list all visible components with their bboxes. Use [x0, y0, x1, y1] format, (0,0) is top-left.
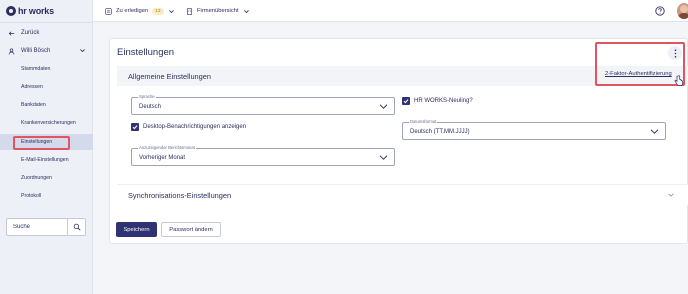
sidebar-item-protokoll[interactable]: Protokoll: [0, 188, 93, 204]
sidebar-item-label: Einstellungen: [21, 139, 53, 145]
search-button[interactable]: [67, 219, 85, 235]
save-button[interactable]: Speichern: [116, 222, 157, 237]
todo-label: Zu erledigen: [116, 8, 149, 14]
sidebar-item-label: Zuordnungen: [21, 175, 52, 181]
hand-cursor-icon: [674, 75, 683, 86]
checkbox-label: Desktop-Benachrichtigungen anzeigen: [143, 124, 247, 130]
newbie-checkbox[interactable]: HR WORKS-Neuling?: [402, 96, 473, 106]
help-icon[interactable]: [655, 6, 665, 16]
chevron-down-icon: [379, 155, 388, 160]
logo[interactable]: hr works: [6, 5, 54, 17]
check-icon: [403, 99, 409, 104]
more-options-button[interactable]: [668, 46, 682, 60]
building-icon: [187, 7, 192, 15]
back-link[interactable]: Zurück: [8, 28, 39, 38]
field-label: Datumsformat: [409, 119, 438, 124]
chevron-down-icon: [668, 193, 674, 197]
field-value: Deutsch: [139, 104, 162, 110]
checklist-icon: [105, 7, 112, 15]
date-format-select[interactable]: Datumsformat Deutsch (TT.MM.JJJJ): [402, 119, 666, 140]
logo-icon: [6, 6, 16, 16]
sidebar-item-einstellungen[interactable]: Einstellungen: [0, 134, 93, 150]
checkbox[interactable]: [402, 97, 410, 105]
sidebar-item-stammdaten[interactable]: Stammdaten: [0, 61, 93, 77]
chevron-down-icon: [80, 49, 85, 53]
field-value: Vorheriger Monat: [139, 155, 186, 161]
back-label: Zurück: [21, 30, 40, 36]
sidebar-item-label: Protokoll: [21, 193, 42, 199]
sidebar-search: [6, 218, 86, 236]
sidebar-item-email-einstellungen[interactable]: E-Mail-Einstellungen: [0, 152, 93, 168]
language-select[interactable]: Sprache Deutsch: [131, 94, 395, 115]
sidebar-item-adressen[interactable]: Adressen: [0, 79, 93, 95]
check-icon: [132, 125, 138, 130]
arrow-left-icon: [8, 30, 15, 36]
two-factor-auth-link[interactable]: 2-Faktor-Authentifizierung: [605, 71, 672, 77]
page-title: Einstellungen: [117, 47, 175, 58]
search-icon: [73, 223, 81, 231]
field-label: Sprache: [138, 94, 156, 99]
checkbox[interactable]: [131, 123, 139, 131]
divider: [117, 184, 688, 185]
section-title: Allgemeine Einstellungen: [128, 71, 211, 81]
more-vertical-icon: [674, 48, 676, 58]
sidebar: hr works Zurück Willi Bösch Stammdaten A…: [0, 0, 93, 294]
topbar: Zu erledigen 13 Firmenübersicht: [93, 0, 688, 22]
sidebar-item-label: Bankdaten: [21, 102, 46, 108]
company-overview-dropdown[interactable]: Firmenübersicht: [186, 6, 250, 16]
logo-text: hr works: [18, 6, 54, 16]
chevron-down-icon: [168, 9, 174, 13]
company-label: Firmenübersicht: [197, 8, 239, 14]
divider: [0, 22, 93, 23]
todo-count-badge: 13: [152, 7, 164, 15]
sidebar-item-label: Stammdaten: [21, 66, 51, 72]
checkbox-label: HR WORKS-Neuling?: [414, 98, 473, 104]
search-input[interactable]: [7, 219, 67, 235]
chevron-down-icon: [650, 129, 659, 134]
section-title: Synchronisations-Einstellungen: [128, 190, 232, 200]
desktop-notifications-checkbox[interactable]: Desktop-Benachrichtigungen anzeigen: [131, 122, 246, 132]
sidebar-item-label: E-Mail-Einstellungen: [21, 157, 69, 163]
chevron-down-icon: [379, 104, 388, 109]
field-value: Deutsch (TT.MM.JJJJ): [410, 129, 470, 135]
sidebar-user-toggle[interactable]: Willi Bösch: [8, 46, 88, 56]
user-icon: [8, 47, 15, 54]
sidebar-item-label: Krankenversicherungen: [21, 120, 76, 126]
settings-card: Einstellungen Allgemeine Einstellungen S…: [109, 38, 688, 244]
change-password-button[interactable]: Passwort ändern: [161, 222, 221, 237]
sidebar-item-krankenversicherungen[interactable]: Krankenversicherungen: [0, 115, 93, 131]
user-name: Willi Bösch: [21, 48, 51, 54]
todo-dropdown[interactable]: Zu erledigen 13: [105, 6, 175, 16]
sync-settings-header[interactable]: Synchronisations-Einstellungen: [117, 185, 688, 205]
general-settings-header[interactable]: Allgemeine Einstellungen: [117, 66, 688, 86]
field-label: Anzuzeigender Berichtsmonat: [138, 145, 196, 150]
report-month-select[interactable]: Anzuzeigender Berichtsmonat Vorheriger M…: [131, 145, 395, 166]
sidebar-item-bankdaten[interactable]: Bankdaten: [0, 97, 93, 113]
sidebar-item-label: Adressen: [21, 84, 43, 90]
chevron-down-icon: [243, 9, 249, 13]
avatar[interactable]: [677, 3, 688, 19]
sidebar-item-zuordnungen[interactable]: Zuordnungen: [0, 170, 93, 186]
